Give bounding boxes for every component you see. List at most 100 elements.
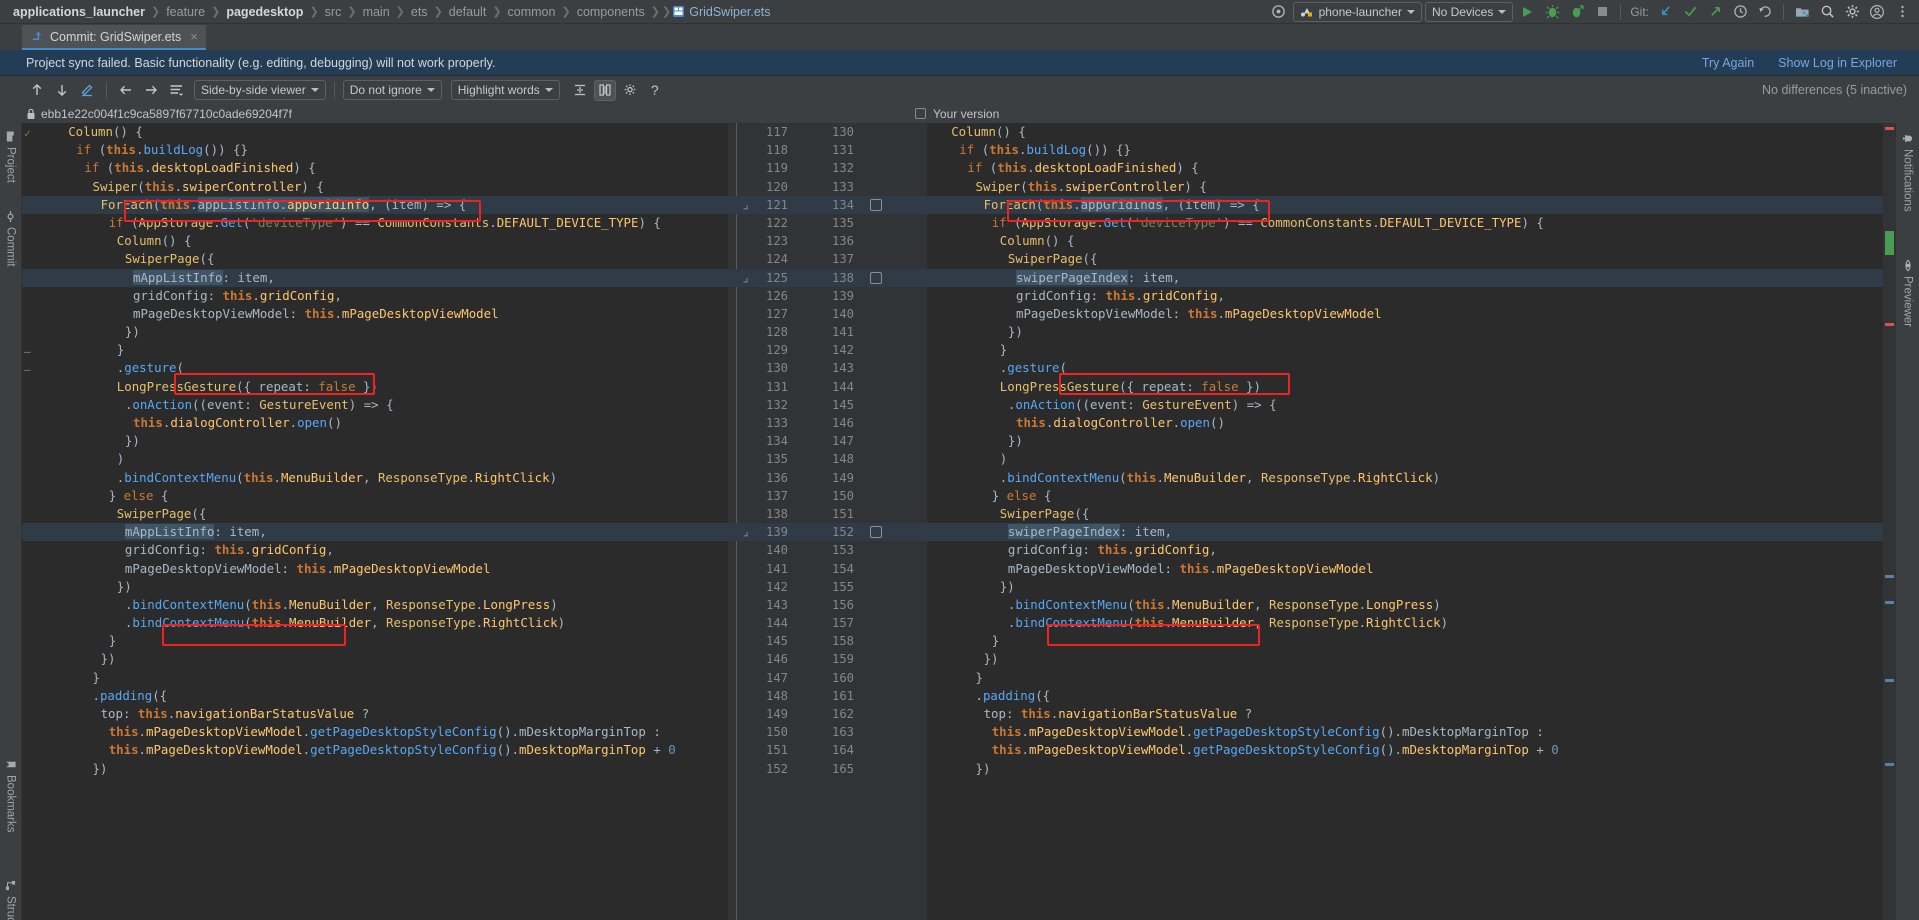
gutter-row: ⌜ 125 138 xyxy=(728,268,927,287)
code-line: }) xyxy=(999,578,1015,594)
highlight-mode-selector[interactable]: Highlight words xyxy=(450,80,560,100)
checkbox-unchecked[interactable] xyxy=(915,108,926,119)
git-update-icon[interactable] xyxy=(1654,2,1676,22)
gutter-row: 145 158 xyxy=(728,632,927,650)
line-number-right: 135 xyxy=(831,215,854,230)
change-checkbox[interactable] xyxy=(870,526,882,539)
fold-marker[interactable]: ✓ xyxy=(24,127,31,140)
sidebar-item-previewer[interactable]: Previewer xyxy=(1902,259,1914,327)
close-icon[interactable]: × xyxy=(190,29,198,44)
breadcrumb-item-src[interactable]: src xyxy=(320,5,347,19)
viewer-mode-selector[interactable]: Side-by-side viewer xyxy=(194,80,326,100)
code-line: .onAction((event: GestureEvent) => { xyxy=(1007,396,1277,412)
profile-icon[interactable] xyxy=(1566,2,1588,22)
diff-version-headers: ebb1e22c004f1c9ca5897f67710c0ade69204f7f… xyxy=(0,104,1919,123)
sidebar-label-project: Project xyxy=(4,147,17,183)
sidebar-item-notifications[interactable]: Notifications xyxy=(1902,133,1914,212)
code-line: if (this.desktopLoadFinished) { xyxy=(967,160,1199,176)
breadcrumb-item-main[interactable]: main xyxy=(358,5,395,19)
account-icon[interactable] xyxy=(1866,2,1888,22)
run-configuration-selector[interactable]: phone-launcher xyxy=(1292,1,1422,22)
history-icon[interactable] xyxy=(1729,2,1751,22)
change-checkbox[interactable] xyxy=(870,198,882,211)
breadcrumb-item-feature[interactable]: feature xyxy=(161,5,210,19)
line-number-left: 139 xyxy=(765,525,788,540)
breadcrumb-separator: ❯ xyxy=(309,6,319,18)
breadcrumb-file[interactable]: GridSwiper.ets xyxy=(672,5,771,19)
diff-gutter: 117 130 118 131 119 132 120 133 ⌜ 121 134 122 135 123… xyxy=(728,123,927,920)
breadcrumb-item-applications-launcher[interactable]: applications_launcher xyxy=(8,5,150,19)
sidebar-item-bookmarks[interactable]: Bookmarks xyxy=(5,759,17,833)
gear-icon[interactable] xyxy=(619,80,641,101)
tab-commit-gridswiper[interactable]: Commit: GridSwiper.ets × xyxy=(22,25,206,50)
show-columns-icon[interactable] xyxy=(593,79,616,101)
sidebar-item-project[interactable]: Project xyxy=(5,131,17,183)
breadcrumb-item-pagedesktop[interactable]: pagedesktop xyxy=(221,5,308,19)
line-number-right: 137 xyxy=(831,252,854,267)
help-icon[interactable]: ? xyxy=(644,80,666,101)
breadcrumb-item-common[interactable]: common xyxy=(503,5,561,19)
show-log-link[interactable]: Show Log in Explorer xyxy=(1766,56,1909,70)
whitespace-mode-selector[interactable]: Do not ignore xyxy=(342,80,442,100)
edit-source-icon[interactable] xyxy=(76,80,98,101)
target-icon[interactable] xyxy=(1268,2,1290,22)
code-line: }) xyxy=(92,760,108,776)
arrow-left-icon[interactable] xyxy=(115,80,137,101)
more-vertical-icon[interactable] xyxy=(1891,2,1913,22)
breadcrumb-item-components[interactable]: components xyxy=(572,5,650,19)
try-again-link[interactable]: Try Again xyxy=(1690,56,1766,70)
left-diff-pane[interactable]: Column() {if (this.buildLog()) {} if (thi… xyxy=(22,123,728,920)
debug-icon[interactable] xyxy=(1541,2,1563,22)
device-selector[interactable]: No Devices xyxy=(1424,1,1514,22)
right-diff-pane[interactable]: Column() {if (this.buildLog()) {} if (thi… xyxy=(927,123,1895,920)
change-checkbox[interactable] xyxy=(870,271,882,284)
code-line: mPageDesktopViewModel: this.mPageDesktop… xyxy=(1016,305,1382,321)
toolbar-divider xyxy=(1783,3,1784,20)
run-icon[interactable] xyxy=(1516,2,1538,22)
git-commit-icon[interactable] xyxy=(1679,2,1701,22)
line-number-right: 140 xyxy=(831,306,854,321)
gutter-row: 130 143 xyxy=(728,359,927,377)
sidebar-item-commit[interactable]: Commit xyxy=(5,211,17,267)
code-line: ForEach(this.appGridInds, (item) => { xyxy=(927,195,1895,214)
arrow-down-icon[interactable] xyxy=(51,80,73,101)
code-line: } else { xyxy=(991,487,1052,503)
project-structure-icon[interactable] xyxy=(1791,2,1813,22)
left-version-header: ebb1e22c004f1c9ca5897f67710c0ade69204f7f xyxy=(0,104,905,123)
apply-change-icon[interactable]: ⌜ xyxy=(742,196,749,214)
fold-marker[interactable]: – xyxy=(24,345,31,358)
stop-icon[interactable] xyxy=(1591,2,1613,22)
line-number-left: 128 xyxy=(765,325,788,340)
sidebar-item-structure[interactable]: Structure xyxy=(5,880,17,920)
apply-change-icon[interactable]: ⌜ xyxy=(742,269,749,287)
code-line: swiperPageIndex: item, xyxy=(927,523,1895,542)
line-number-left: 148 xyxy=(765,688,788,703)
line-number-right: 163 xyxy=(831,725,854,740)
gutter-row: ⌜ 139 152 xyxy=(728,523,927,542)
scroll-marker xyxy=(1885,127,1894,130)
gear-icon[interactable] xyxy=(1841,2,1863,22)
arrow-right-icon[interactable] xyxy=(140,80,162,101)
code-line: .bindContextMenu(this.MenuBuilder, Respo… xyxy=(124,596,558,612)
code-line: top: this.navigationBarStatusValue ? xyxy=(100,706,370,721)
fold-marker[interactable]: – xyxy=(24,363,31,376)
gutter-row: 151 164 xyxy=(728,741,927,759)
code-line: this.dialogController.open() xyxy=(1016,415,1225,430)
code-line: this.dialogController.open() xyxy=(133,415,342,430)
commit-diff-icon xyxy=(32,31,42,41)
banner-message: Project sync failed. Basic functionality… xyxy=(26,55,496,70)
apply-change-icon[interactable]: ⌜ xyxy=(742,523,749,541)
breadcrumb-item-ets[interactable]: ets xyxy=(406,5,433,19)
list-options-icon[interactable] xyxy=(165,80,187,101)
line-number-right: 130 xyxy=(831,125,854,139)
line-number-left: 130 xyxy=(765,361,788,376)
breadcrumb-item-default[interactable]: default xyxy=(444,5,492,19)
line-number-left: 137 xyxy=(765,488,788,503)
line-number-left: 142 xyxy=(765,579,788,594)
arrow-up-icon[interactable] xyxy=(26,80,48,101)
search-icon[interactable] xyxy=(1816,2,1838,22)
git-push-icon[interactable] xyxy=(1704,2,1726,22)
scroll-marker-stripe[interactable] xyxy=(1883,123,1895,920)
collapse-unchanged-icon[interactable] xyxy=(569,80,591,101)
rollback-icon[interactable] xyxy=(1754,2,1776,22)
